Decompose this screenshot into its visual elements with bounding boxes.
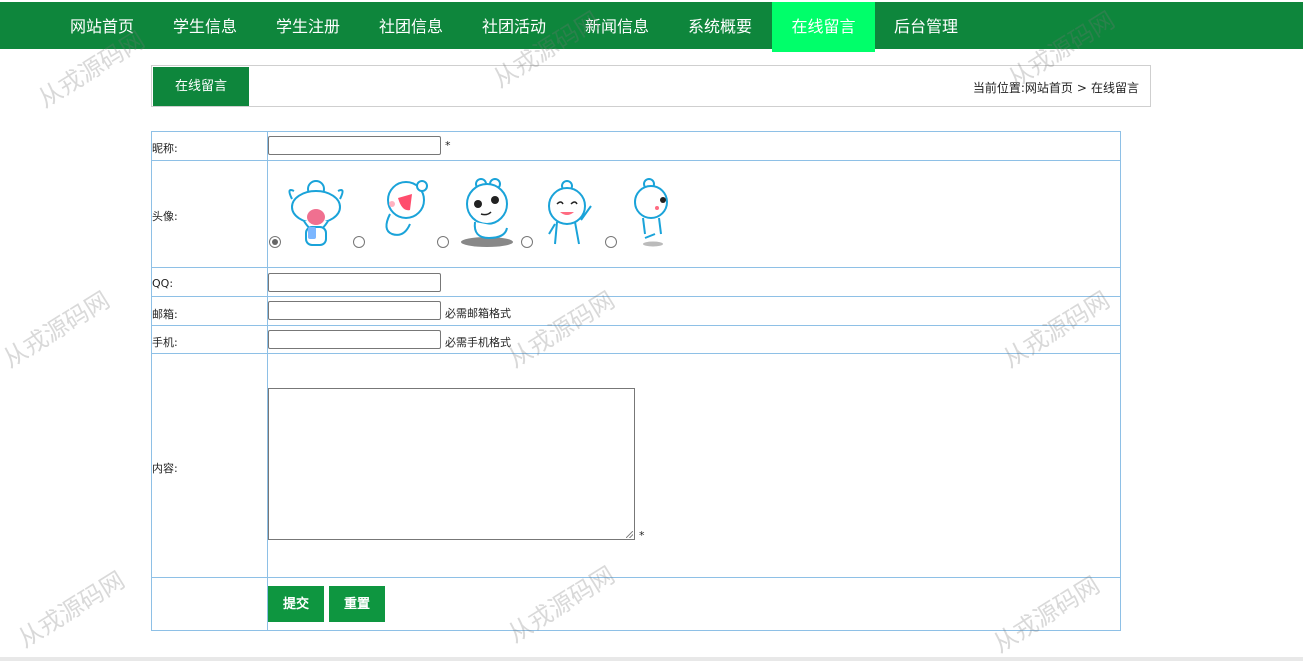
nav-item-news[interactable]: 新闻信息 <box>575 2 659 49</box>
breadcrumb-separator: > <box>1076 81 1087 95</box>
top-nav: 网站首页 学生信息 学生注册 社团信息 社团活动 新闻信息 系统概要 在线留言 … <box>0 2 1303 52</box>
row-divider <box>152 325 1120 326</box>
avatar-label: 头像: <box>152 210 178 223</box>
guestbook-form: 昵称: * 头像: QQ: 邮箱: 必需邮箱格式 手机: 必需手机格式 内容: … <box>151 131 1121 631</box>
nav-item-guestbook[interactable]: 在线留言 <box>772 2 875 52</box>
resize-grip-icon[interactable] <box>626 531 633 538</box>
nav-item-student-register[interactable]: 学生注册 <box>266 2 350 49</box>
bottom-divider <box>0 657 1303 661</box>
nav-item-club-info[interactable]: 社团信息 <box>369 2 453 49</box>
row-divider <box>152 353 1120 354</box>
avatar-4-image[interactable] <box>545 180 595 250</box>
avatar-radio-2[interactable] <box>353 236 365 248</box>
avatar-1-image[interactable] <box>282 177 352 249</box>
column-divider <box>267 132 268 630</box>
breadcrumb-prefix: 当前位置: <box>972 81 1025 95</box>
reset-button[interactable]: 重置 <box>329 586 385 622</box>
avatar-radio-5[interactable] <box>605 236 617 248</box>
qq-input[interactable] <box>268 273 441 292</box>
avatar-3-image[interactable] <box>459 178 517 248</box>
row-divider <box>152 577 1120 578</box>
avatar-radio-1[interactable] <box>269 236 281 248</box>
content-textarea[interactable] <box>268 388 635 540</box>
email-label: 邮箱: <box>152 308 178 321</box>
watermark: 从戎源码网 <box>13 565 130 654</box>
nickname-label: 昵称: <box>152 142 178 155</box>
avatar-2-image[interactable] <box>376 180 434 242</box>
nav-item-admin[interactable]: 后台管理 <box>884 2 968 49</box>
email-format-note: 必需邮箱格式 <box>445 307 511 320</box>
breadcrumb: 当前位置:网站首页 > 在线留言 <box>973 79 1139 96</box>
breadcrumb-home-link[interactable]: 网站首页 <box>1025 81 1073 95</box>
qq-label: QQ: <box>152 277 174 290</box>
row-divider <box>152 267 1120 268</box>
section-tab: 在线留言 <box>153 67 249 106</box>
nickname-required-mark: * <box>445 139 451 152</box>
content-header: 在线留言 当前位置:网站首页 > 在线留言 <box>151 65 1151 107</box>
phone-label: 手机: <box>152 336 178 349</box>
avatar-radio-4[interactable] <box>521 236 533 248</box>
nav-item-club-activity[interactable]: 社团活动 <box>472 2 556 49</box>
phone-format-note: 必需手机格式 <box>445 336 511 349</box>
watermark: 从戎源码网 <box>0 285 115 374</box>
nav-item-student-info[interactable]: 学生信息 <box>163 2 247 49</box>
nickname-input[interactable] <box>268 136 441 155</box>
row-divider <box>152 160 1120 161</box>
content-required-mark: * <box>639 529 645 542</box>
breadcrumb-current: 在线留言 <box>1090 81 1139 95</box>
nav-item-home[interactable]: 网站首页 <box>60 2 144 49</box>
content-label: 内容: <box>152 462 178 475</box>
submit-button[interactable]: 提交 <box>268 586 324 622</box>
avatar-5-image[interactable] <box>633 178 673 248</box>
row-divider <box>152 296 1120 297</box>
avatar-radio-3[interactable] <box>437 236 449 248</box>
phone-input[interactable] <box>268 330 441 349</box>
email-input[interactable] <box>268 301 441 320</box>
nav-item-system-overview[interactable]: 系统概要 <box>678 2 762 49</box>
